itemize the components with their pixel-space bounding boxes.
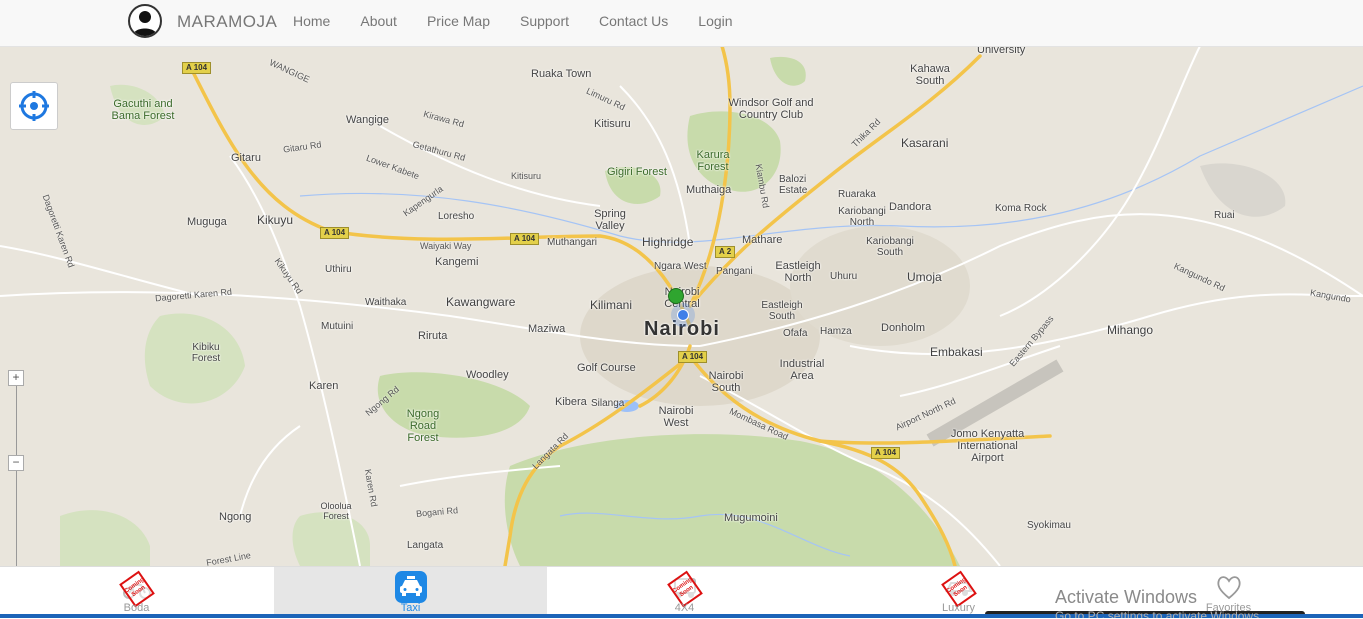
highway-shield: A 104 — [510, 233, 540, 245]
map-place: Kitisuru — [594, 118, 631, 130]
map-place: Muthangari — [547, 237, 598, 248]
map-place: Karura Forest — [696, 149, 730, 173]
map-place: Uthiru — [325, 264, 352, 275]
map-place: Nairobi West — [658, 405, 694, 429]
pickup-marker-icon[interactable] — [668, 288, 684, 304]
tab-taxi[interactable]: Taxi — [274, 567, 547, 616]
highway-shield: A 2 — [715, 246, 736, 258]
map-place: Eastleigh South — [761, 300, 803, 322]
map-place: Ruaraka — [838, 189, 876, 200]
nav-login[interactable]: Login — [683, 0, 747, 46]
map-place: Syokimau — [1027, 520, 1071, 531]
map-place: Windsor Golf and Country Club — [728, 97, 814, 121]
nav-home[interactable]: Home — [278, 0, 345, 46]
park-west — [60, 510, 150, 566]
map-place: Ofafa — [783, 328, 808, 339]
map-place: Embakasi — [930, 345, 983, 359]
user-avatar-icon[interactable] — [128, 4, 162, 38]
tab-label: 4X4 — [674, 602, 695, 614]
highway-shield: A 104 — [678, 351, 708, 363]
brand-name[interactable]: MARAMOJA — [177, 12, 277, 32]
map-place: Oloolua Forest — [320, 501, 352, 521]
road-label: Kitisuru — [511, 171, 542, 181]
nav-contact-us[interactable]: Contact Us — [584, 0, 683, 46]
map-place: Balozi Estate — [779, 174, 808, 196]
map-place: Gigiri Forest — [607, 166, 667, 178]
map-place: Pangani — [716, 266, 753, 277]
map-place: Muguga — [187, 216, 227, 228]
map-place: Eastleigh North — [775, 260, 821, 284]
map-place: Waithaka — [365, 297, 407, 308]
nav-price-map[interactable]: Price Map — [412, 0, 505, 46]
map-place: Loresho — [438, 211, 475, 222]
tab-4x4[interactable]: Coming Soon 4X4 — [548, 567, 821, 616]
tab-label: Taxi — [400, 602, 421, 614]
taxi-icon — [394, 571, 427, 603]
map-place: Nairobi South — [708, 370, 744, 394]
map-place: Mihango — [1107, 323, 1154, 337]
map-place: Dandora — [889, 201, 932, 213]
nav-links: Home About Price Map Support Contact Us … — [278, 0, 748, 46]
map-place: Kahawa South — [910, 63, 950, 87]
map-place: Ngong Road Forest — [406, 408, 440, 444]
zoom-out-button[interactable]: − — [8, 455, 24, 471]
map-place: Maziwa — [528, 323, 566, 335]
map-place: Koma Rock — [995, 203, 1047, 214]
map-place: Wangige — [346, 114, 390, 126]
map-place: Ruaka Town — [531, 68, 592, 80]
map-place: Hamza — [820, 326, 852, 337]
park-airport-area — [1200, 163, 1286, 217]
map-place: Ngong — [219, 511, 252, 523]
map-place: Langata — [407, 540, 444, 551]
nav-about[interactable]: About — [345, 0, 412, 46]
map-view[interactable]: Nairobi Gacuthi and Bama Forest Ruaka To… — [0, 46, 1363, 566]
tab-boda[interactable]: Coming Soon Boda — [0, 567, 273, 616]
crosshair-icon — [19, 91, 49, 121]
map-place: Umoja — [907, 270, 942, 284]
heart-icon — [1216, 576, 1241, 600]
current-location-marker-icon[interactable] — [677, 309, 689, 321]
map-place: Kawangware — [446, 295, 516, 309]
map-place: Kasarani — [901, 136, 949, 150]
map-place: Gitaru — [231, 152, 261, 164]
locate-me-button[interactable] — [10, 82, 58, 130]
map-place: Silanga — [591, 398, 625, 409]
highway-shield: A 104 — [182, 62, 212, 74]
map-place: Industrial Area — [779, 358, 825, 382]
map-place: Kibiku Forest — [191, 342, 221, 364]
map-place: Kangemi — [435, 256, 479, 268]
map-place: University — [977, 46, 1026, 56]
tab-label: Boda — [123, 602, 150, 614]
zoom-in-button[interactable]: + — [8, 370, 24, 386]
top-navbar: MARAMOJA Home About Price Map Support Co… — [0, 0, 1363, 47]
map-place: Kikuyu — [257, 213, 294, 227]
map-place: Uhuru — [830, 271, 858, 282]
nav-support[interactable]: Support — [505, 0, 584, 46]
map-place: Ngara West — [654, 261, 707, 272]
map-place: Golf Course — [577, 362, 636, 374]
map-place: Riruta — [418, 330, 448, 342]
activate-windows-subtitle: Go to PC settings to activate Windows. — [1055, 609, 1263, 618]
map-place: Donholm — [881, 322, 926, 334]
map-place: Woodley — [466, 369, 509, 381]
map-place: Mathare — [742, 234, 783, 246]
map-place: Muthaiga — [686, 184, 732, 196]
map-place: Kilimani — [590, 298, 633, 312]
map-place: Karen — [309, 380, 339, 392]
map-place: Spring Valley — [594, 208, 626, 232]
map-place: Highridge — [642, 235, 694, 249]
map-place: Kariobangi North — [838, 206, 886, 228]
map-place: Mugumoini — [724, 512, 778, 524]
park-windsor — [770, 56, 806, 86]
road-label: Waiyaki Way — [420, 241, 472, 251]
map-place: Kariobangi South — [866, 236, 914, 258]
highway-shield: A 104 — [320, 227, 350, 239]
activate-windows-title: Activate Windows — [1055, 587, 1198, 607]
map-place: Gacuthi and Bama Forest — [111, 98, 175, 122]
map-place: Kibera — [555, 396, 587, 408]
map-place: Ruai — [1214, 210, 1235, 221]
map-place: Mutuini — [321, 321, 354, 332]
map-place: Jomo Kenyatta International Airport — [950, 428, 1025, 464]
highway-shield: A 104 — [871, 447, 901, 459]
